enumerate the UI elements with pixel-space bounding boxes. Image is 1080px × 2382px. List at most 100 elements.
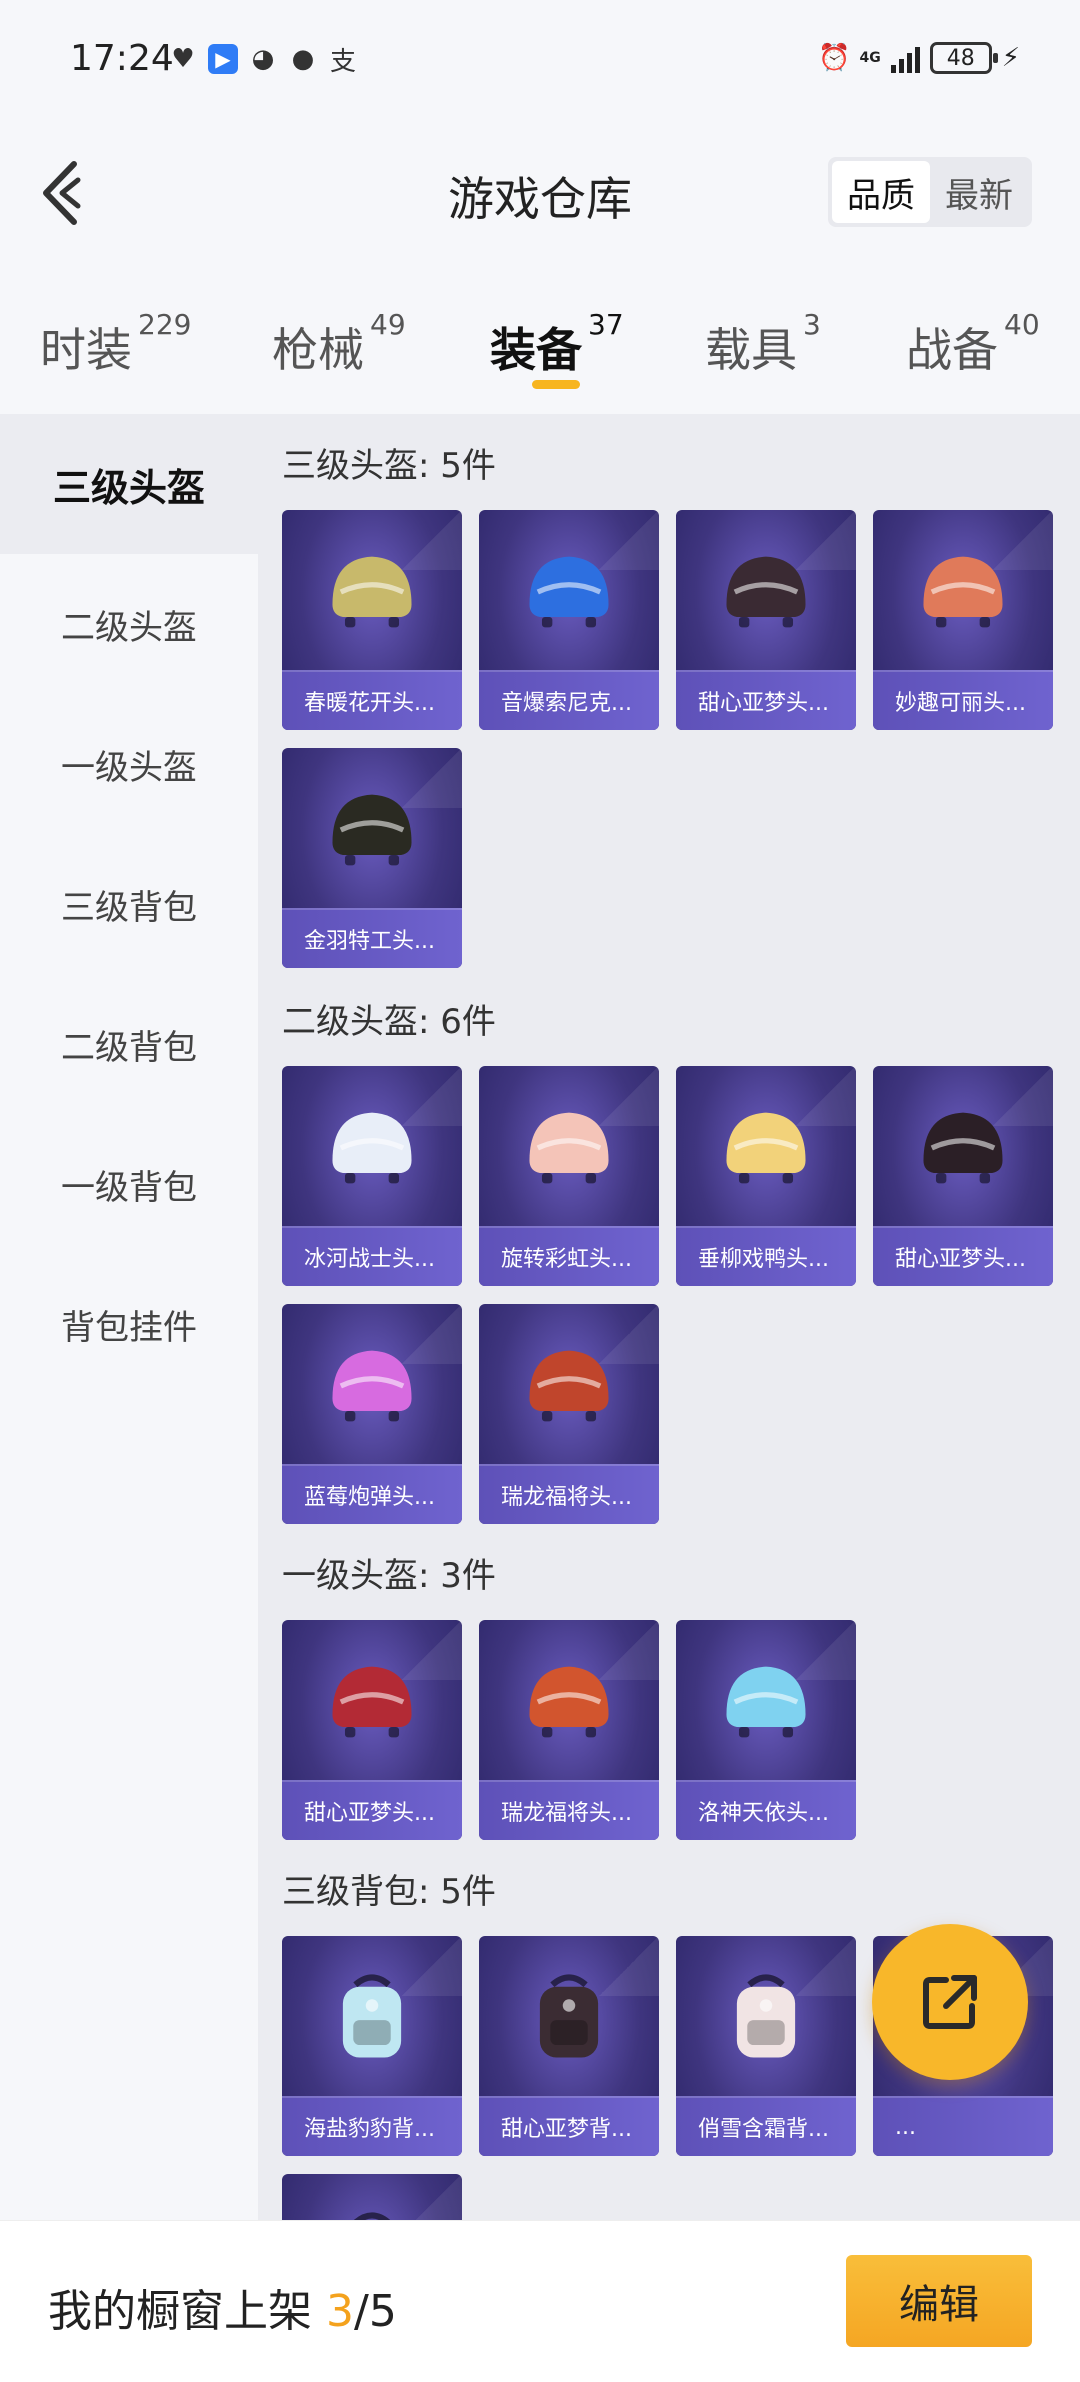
showcase-prefix: 我的橱窗上架: [48, 2286, 326, 2337]
showcase-current: 3: [326, 2286, 354, 2337]
item-name: 蓝莓炮弹头...: [282, 1464, 462, 1524]
sidebar-item-backpack-charm[interactable]: 背包挂件: [0, 1254, 258, 1394]
showcase-total: /5: [354, 2286, 397, 2337]
share-fab-button[interactable]: [872, 1924, 1028, 2080]
item-name: 春暖花开头...: [282, 670, 462, 730]
status-bar: 17:24 ♥ ▶ ◕ ● 支 ⏰ 4G 48 ⚡: [0, 0, 1080, 108]
tab-label: 战备: [906, 323, 998, 377]
helmet-icon: [714, 1096, 818, 1200]
tab-label: 载具: [705, 323, 797, 377]
backpack-icon: [320, 1966, 424, 2070]
edit-button[interactable]: 编辑: [846, 2255, 1032, 2347]
app-notify-icon: ▶: [208, 44, 238, 74]
section-title-level3-backpack: 三级背包: 5件: [282, 1872, 496, 1912]
item-name: 瑞龙福将头...: [479, 1464, 659, 1524]
tab-label: 装备: [490, 323, 582, 377]
bottom-bar: 我的橱窗上架 3/5 编辑: [0, 2220, 1080, 2382]
item-card[interactable]: 妙趣可丽头...: [873, 510, 1053, 730]
item-name: 甜心亚梦头...: [676, 670, 856, 730]
item-name: 音爆索尼克...: [479, 670, 659, 730]
status-time: 17:24: [70, 38, 174, 79]
helmet-icon: [911, 540, 1015, 644]
item-name: 旋转彩虹头...: [479, 1226, 659, 1286]
notification-icons: ♥ ▶ ◕ ● 支: [168, 44, 358, 77]
item-card[interactable]: 甜心亚梦头...: [676, 510, 856, 730]
item-card[interactable]: 冰河战士头...: [282, 1066, 462, 1286]
item-card[interactable]: 海盐豹豹背...: [282, 1936, 462, 2156]
chat-icon: ●: [291, 44, 315, 74]
helmet-icon: [320, 1650, 424, 1754]
item-card[interactable]: 甜心亚梦头...: [873, 1066, 1053, 1286]
status-right: ⏰ 4G 48 ⚡: [818, 42, 1020, 74]
section-title-level2-helmet: 二级头盔: 6件: [282, 1002, 496, 1042]
helmet-icon: [714, 540, 818, 644]
sort-latest-button[interactable]: 最新: [930, 161, 1028, 223]
signal-icon: [890, 43, 920, 73]
active-tab-indicator: [532, 380, 580, 389]
item-name: 金羽特工头...: [282, 908, 462, 968]
helmet-icon: [911, 1096, 1015, 1200]
helmet-icon: [517, 1096, 621, 1200]
tab-count: 3: [803, 308, 821, 341]
app-header: 游戏仓库 品质 最新: [0, 108, 1080, 278]
item-name: ...: [873, 2096, 1053, 2156]
battery-level: 48: [946, 45, 975, 71]
category-tabs: 时装 229 枪械 49 装备 37 载具 3 战备 40: [0, 278, 1080, 414]
item-card[interactable]: 旋转彩虹头...: [479, 1066, 659, 1286]
helmet-icon: [517, 1650, 621, 1754]
sidebar-item-level3-helmet[interactable]: 三级头盔: [0, 414, 258, 554]
item-name: 甜心亚梦背...: [479, 2096, 659, 2156]
item-card[interactable]: 俏雪含霜背...: [676, 1936, 856, 2156]
helmet-icon: [320, 1096, 424, 1200]
item-name: 洛神天依头...: [676, 1780, 856, 1840]
item-name: 甜心亚梦头...: [282, 1780, 462, 1840]
sort-quality-button[interactable]: 品质: [832, 161, 930, 223]
section-title-level1-helmet: 一级头盔: 3件: [282, 1556, 496, 1596]
item-card[interactable]: 瑞龙福将头...: [479, 1304, 659, 1524]
sidebar-item-level1-helmet[interactable]: 一级头盔: [0, 694, 258, 834]
tab-count: 229: [138, 308, 192, 341]
sidebar-item-level1-backpack[interactable]: 一级背包: [0, 1114, 258, 1254]
battery-icon: 48: [929, 42, 998, 74]
item-card[interactable]: 金羽特工头...: [282, 748, 462, 968]
tab-count: 37: [588, 308, 624, 341]
tab-firearms[interactable]: 枪械 49: [272, 308, 406, 380]
item-name: 海盐豹豹背...: [282, 2096, 462, 2156]
tab-count: 40: [1004, 308, 1040, 341]
qq-icon: ◕: [251, 44, 275, 74]
item-card[interactable]: [282, 2174, 462, 2220]
tab-equipment[interactable]: 装备 37: [490, 308, 624, 380]
item-card[interactable]: 瑞龙福将头...: [479, 1620, 659, 1840]
item-card[interactable]: 春暖花开头...: [282, 510, 462, 730]
backpack-icon: [517, 1966, 621, 2070]
helmet-icon: [320, 540, 424, 644]
showcase-count: 我的橱窗上架 3/5: [48, 2275, 397, 2339]
tab-vehicles[interactable]: 载具 3: [705, 308, 821, 380]
sidebar-item-level2-backpack[interactable]: 二级背包: [0, 974, 258, 1114]
item-card[interactable]: 垂柳戏鸭头...: [676, 1066, 856, 1286]
item-name: 冰河战士头...: [282, 1226, 462, 1286]
item-card[interactable]: 甜心亚梦头...: [282, 1620, 462, 1840]
item-name: 瑞龙福将头...: [479, 1780, 659, 1840]
item-card[interactable]: 音爆索尼克...: [479, 510, 659, 730]
sidebar-item-level3-backpack[interactable]: 三级背包: [0, 834, 258, 974]
backpack-icon: [714, 1966, 818, 2070]
item-card[interactable]: 洛神天依头...: [676, 1620, 856, 1840]
alipay-icon: 支: [329, 46, 356, 77]
item-card[interactable]: 蓝莓炮弹头...: [282, 1304, 462, 1524]
alarm-icon: ⏰: [818, 43, 851, 73]
sidebar: 三级头盔 二级头盔 一级头盔 三级背包 二级背包 一级背包 背包挂件: [0, 414, 258, 2220]
item-name: 妙趣可丽头...: [873, 670, 1053, 730]
item-card[interactable]: 甜心亚梦背...: [479, 1936, 659, 2156]
sidebar-item-level2-helmet[interactable]: 二级头盔: [0, 554, 258, 694]
charging-icon: ⚡: [1001, 43, 1020, 73]
helmet-icon: [714, 1650, 818, 1754]
sort-toggle: 品质 最新: [828, 157, 1032, 227]
share-icon: [923, 1975, 977, 2029]
tab-count: 49: [370, 308, 406, 341]
item-name: 垂柳戏鸭头...: [676, 1226, 856, 1286]
helmet-icon: [517, 1334, 621, 1438]
tab-supplies[interactable]: 战备 40: [906, 308, 1040, 380]
tab-fashion[interactable]: 时装 229: [40, 308, 191, 380]
backpack-icon: [320, 2204, 424, 2220]
